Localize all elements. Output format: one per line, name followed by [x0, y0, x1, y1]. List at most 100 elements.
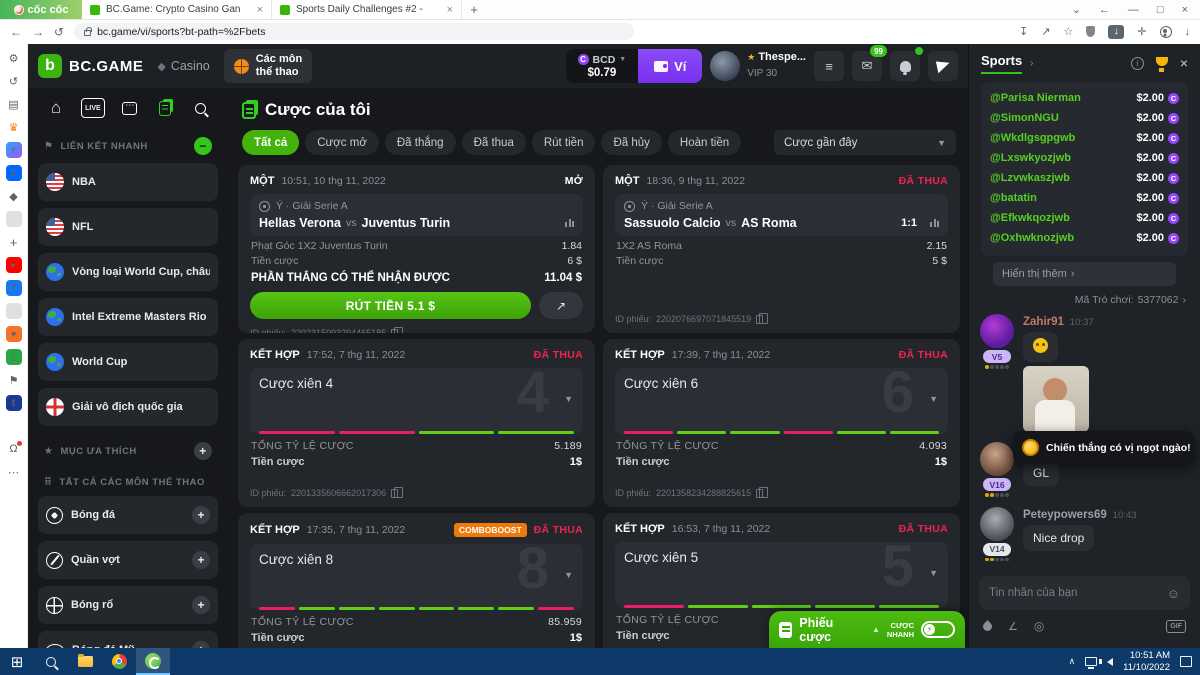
expand-combo-icon[interactable]: ▼ [929, 394, 938, 404]
quick-link-item[interactable]: World Cup [38, 343, 218, 381]
add-favorite-button[interactable]: + [194, 442, 212, 460]
notification-bell-icon[interactable] [6, 441, 22, 457]
wallet-button[interactable]: Ví [638, 49, 702, 83]
chrome-icon[interactable] [112, 654, 127, 669]
settings-icon[interactable] [6, 50, 22, 66]
game-code-link[interactable]: Mã Trò chơi:5377062› [969, 286, 1200, 310]
coin-drop-icon[interactable]: ◎ [1034, 619, 1044, 633]
rain-icon[interactable] [981, 620, 994, 633]
live-icon[interactable]: LIVE [81, 98, 105, 118]
expand-sport-button[interactable]: + [192, 551, 210, 569]
quick-bet-toggle[interactable]: ⚡ [921, 621, 955, 638]
file-explorer-icon[interactable] [78, 656, 93, 667]
browser-tab-bcgame[interactable]: BC.Game: Crypto Casino Gan × [82, 0, 272, 19]
avatar[interactable] [980, 442, 1014, 476]
sort-dropdown[interactable]: Cược gần đây ▼ [774, 130, 956, 155]
combo-box[interactable]: Cược xiên 4 4 ▼ [250, 368, 583, 434]
share-bet-button[interactable]: ↗ [539, 292, 583, 319]
copy-icon[interactable] [756, 489, 763, 498]
rail-divider[interactable] [6, 211, 22, 227]
expand-combo-icon[interactable]: ▼ [564, 394, 573, 404]
quick-link-item[interactable]: Vòng loại World Cup, châu Âu [38, 253, 218, 291]
sport-item[interactable]: Bóng rổ + [38, 586, 218, 624]
add-icon[interactable] [6, 234, 22, 250]
youtube-icon[interactable] [6, 257, 22, 273]
tab-search-icon[interactable]: ⌄ [1072, 3, 1081, 16]
cashout-button[interactable]: RÚT TIỀN 5.1 $ [250, 292, 531, 319]
chat-gif-image[interactable] [1023, 366, 1089, 432]
menu-button[interactable]: ≡ [814, 51, 844, 81]
combo-box[interactable]: Cược xiên 8 8 ▼ [250, 544, 583, 610]
bcgame-logo[interactable]: b BC.GAME [38, 54, 143, 78]
new-tab-button[interactable]: + [462, 0, 486, 19]
filter-pill[interactable]: Cược mở [305, 130, 379, 155]
games-icon[interactable] [6, 188, 22, 204]
filter-pill[interactable]: Hoàn tiền [668, 130, 741, 155]
tray-expand-icon[interactable]: ∧ [1069, 656, 1076, 667]
save-page-icon[interactable]: ↧ [1019, 25, 1028, 38]
close-window-button[interactable]: × [1182, 4, 1188, 16]
inbox-button[interactable]: ✉ 99 [852, 51, 882, 81]
notifications-button[interactable] [890, 51, 920, 81]
combo-box[interactable]: Cược xiên 5 5 ▼ [615, 542, 948, 608]
winner-name[interactable]: @Wkdlgsgpgwb [990, 132, 1075, 144]
betslip-button[interactable]: Phiếu cược ▲ CƯỢCNHANH ⚡ [769, 611, 965, 648]
share-page-icon[interactable]: ↗ [1041, 25, 1050, 38]
trophy-icon[interactable] [1156, 57, 1168, 66]
winner-name[interactable]: @Parisa Nierman [990, 92, 1081, 104]
user-avatar[interactable] [710, 51, 740, 81]
sport-item[interactable]: Quần vợt + [38, 541, 218, 579]
network-icon[interactable] [1085, 657, 1097, 666]
tab-close-icon[interactable]: × [447, 4, 453, 16]
collapse-button[interactable]: − [194, 137, 212, 155]
user-profile[interactable]: ★Thespe... VIP 30 [710, 51, 806, 81]
url-field[interactable]: bc.game/vi/sports?bt-path=%2Fbets [74, 23, 634, 40]
chat-toggle-button[interactable] [928, 51, 958, 81]
taskbar-clock[interactable]: 10:51 AM11/10/2022 [1123, 650, 1170, 674]
avatar[interactable] [980, 314, 1014, 348]
currency-selector[interactable]: C BCD ▼ $0.79 [566, 49, 639, 83]
volume-icon[interactable] [1107, 658, 1113, 666]
download-active-icon[interactable]: ↓ [1108, 25, 1124, 39]
facebook-icon[interactable] [6, 280, 22, 296]
winner-name[interactable]: @Oxhwknozjwb [990, 232, 1074, 244]
expand-sport-button[interactable]: + [192, 506, 210, 524]
stats-icon[interactable] [930, 219, 939, 227]
forward-icon[interactable]: → [32, 25, 44, 39]
schedule-icon[interactable] [122, 102, 137, 115]
school-icon[interactable] [6, 372, 22, 388]
filter-pill[interactable]: Rút tiền [532, 130, 596, 155]
battery-icon[interactable] [6, 349, 22, 365]
expand-sport-button[interactable]: + [192, 641, 210, 648]
chat-rules-icon[interactable]: ∠ [1008, 620, 1018, 633]
chevron-right-icon[interactable]: › [1030, 58, 1033, 69]
downloads-icon[interactable]: ↓ [1185, 26, 1191, 38]
event-box[interactable]: Ý · Giải Serie A Sassuolo Calcio vs AS R… [615, 194, 948, 236]
filter-pill[interactable]: Đã thắng [385, 130, 456, 155]
browser-brand[interactable]: cốc cốc [0, 0, 82, 19]
winner-name[interactable]: @batatin [990, 192, 1037, 204]
action-center-icon[interactable] [1180, 656, 1192, 667]
chat-input[interactable] [989, 587, 1159, 599]
coccoc-taskbar-icon[interactable] [145, 653, 161, 669]
filter-pill[interactable]: Đã thua [462, 130, 526, 155]
home-icon[interactable]: ⌂ [46, 98, 66, 118]
zalo-icon[interactable] [6, 165, 22, 181]
browser-profile-icon[interactable] [1160, 26, 1172, 38]
reload-icon[interactable]: ↺ [54, 25, 64, 39]
rail-divider[interactable] [6, 303, 22, 319]
bookmark-star-icon[interactable]: ☆ [1063, 25, 1073, 38]
quick-link-item[interactable]: NFL [38, 208, 218, 246]
quick-link-item[interactable]: Intel Extreme Masters Rio Major 2022 [38, 298, 218, 336]
history-icon[interactable] [6, 73, 22, 89]
copy-icon[interactable] [391, 489, 398, 498]
browser-tab-sports-challenges[interactable]: Sports Daily Challenges #2 - × [272, 0, 462, 19]
copy-icon[interactable] [391, 329, 398, 334]
close-chat-icon[interactable]: × [1180, 55, 1188, 71]
more-icon[interactable] [6, 464, 22, 480]
quick-link-item[interactable]: NBA [38, 163, 218, 201]
chat-tab-sports[interactable]: Sports [981, 53, 1022, 74]
start-button[interactable]: ⊞ [0, 648, 34, 675]
winner-name[interactable]: @Lxswkyozjwb [990, 152, 1071, 164]
nav-sports[interactable]: Các mônthể thao [224, 49, 312, 82]
